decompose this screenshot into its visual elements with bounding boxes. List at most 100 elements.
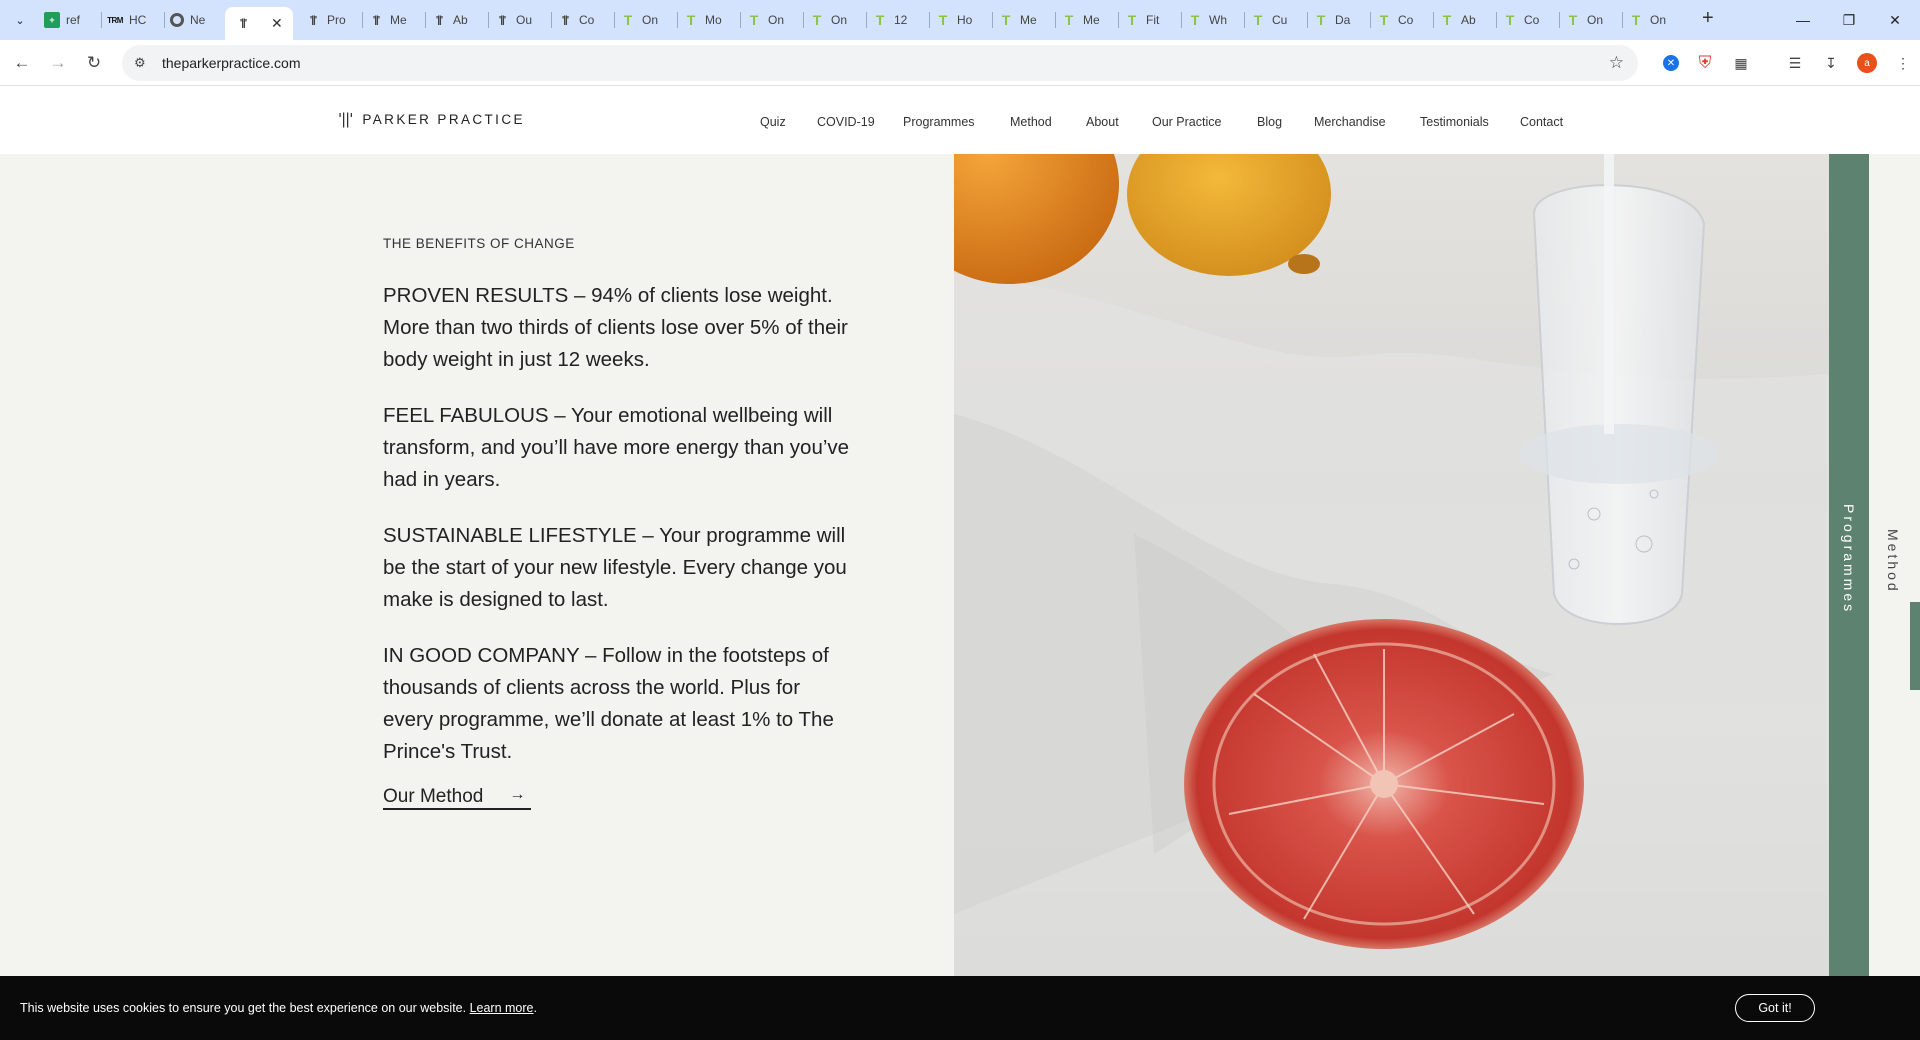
tab-separator — [677, 12, 678, 28]
browser-tab[interactable]: T Da — [1313, 7, 1351, 33]
browser-tab[interactable]: T 12 — [872, 7, 908, 33]
browser-tab[interactable]: T Fit — [1124, 7, 1160, 33]
benefit-sustainable-lifestyle: SUSTAINABLE LIFESTYLE – Your programme w… — [383, 524, 847, 611]
extensions-puzzle-icon[interactable]: ▦ — [1730, 52, 1752, 74]
browser-menu-icon[interactable]: ⋮ — [1892, 52, 1914, 74]
restore-icon[interactable]: ❐ — [1826, 6, 1872, 34]
site-header: '||' PARKER PRACTICE Quiz COVID-19 Progr… — [0, 86, 1920, 154]
close-tab-icon[interactable]: ✕ — [271, 15, 283, 32]
nav-item-contact[interactable]: Contact — [1520, 115, 1563, 129]
browser-tab[interactable]: '||' Me — [368, 7, 407, 33]
browser-tab[interactable]: T On — [746, 7, 784, 33]
nav-item-testimonials[interactable]: Testimonials — [1420, 115, 1489, 129]
shield-extension-icon[interactable]: ⛨ — [1694, 52, 1716, 74]
browser-tab[interactable]: T Ab — [1439, 7, 1476, 33]
url-text[interactable]: theparkerpractice.com — [162, 55, 301, 71]
side-tab-method[interactable]: Method — [1869, 154, 1920, 976]
browser-tab[interactable]: T Me — [998, 7, 1037, 33]
reload-icon[interactable]: ↻ — [82, 51, 106, 75]
browser-tab-label: On — [768, 13, 785, 27]
browser-tab[interactable]: T Wh — [1187, 7, 1227, 33]
browser-tab-label: On — [642, 13, 659, 27]
parker-icon: '||' — [498, 14, 506, 26]
sheets-icon: + — [44, 12, 60, 28]
fruit-water-illustration — [954, 154, 1829, 976]
tab-separator — [1496, 12, 1497, 28]
browser-tab[interactable]: T Co — [1502, 7, 1540, 33]
side-tab-method-label: Method — [1885, 529, 1901, 594]
download-icon[interactable]: ↧ — [1820, 52, 1842, 74]
browser-tab-label: HC — [129, 13, 147, 27]
nav-item-our-practice[interactable]: Our Practice — [1152, 115, 1221, 129]
browser-tab[interactable]: '||' ✕ — [225, 7, 293, 40]
browser-tab[interactable]: T On — [809, 7, 847, 33]
parker-icon: '||' — [561, 14, 569, 26]
extension-blue-icon[interactable]: ✕ — [1660, 52, 1682, 74]
tree-icon: T — [623, 12, 633, 28]
tab-search-icon[interactable]: ⌄ — [8, 8, 32, 32]
cookie-accept-button[interactable]: Got it! — [1735, 994, 1815, 1022]
our-method-link[interactable]: Our Method → — [383, 786, 531, 810]
browser-tab[interactable]: TRM HC — [107, 7, 146, 33]
tree-icon: T — [812, 12, 822, 28]
tree-icon: T — [1253, 12, 1263, 28]
browser-tab-label: Co — [1524, 13, 1540, 27]
nav-item-method[interactable]: Method — [1010, 115, 1052, 129]
nav-item-about[interactable]: About — [1086, 115, 1119, 129]
media-control-icon[interactable]: ☰ — [1784, 52, 1806, 74]
cookie-learn-more-link[interactable]: Learn more — [470, 1001, 534, 1015]
benefit-good-company: IN GOOD COMPANY – Follow in the footstep… — [383, 644, 834, 763]
address-bar[interactable]: ⚙ theparkerpractice.com ☆ — [122, 45, 1638, 81]
tree-icon: T — [1631, 12, 1641, 28]
parker-icon: '||' — [372, 14, 380, 26]
browser-tab[interactable]: '||' Pro — [305, 7, 346, 33]
nav-item-quiz[interactable]: Quiz — [760, 115, 786, 129]
arrow-right-icon: → — [509, 786, 526, 803]
browser-tab[interactable]: T Me — [1061, 7, 1100, 33]
browser-tab-label: Wh — [1209, 13, 1227, 27]
browser-tab[interactable]: T Cu — [1250, 7, 1288, 33]
tree-icon: T — [1316, 12, 1326, 28]
page-scrollbar-thumb[interactable] — [1910, 602, 1920, 690]
minimize-icon[interactable]: — — [1780, 6, 1826, 34]
new-tab-icon[interactable]: + — [1702, 7, 1714, 30]
browser-tab-label: Ne — [190, 13, 206, 27]
browser-tab[interactable]: T On — [1628, 7, 1666, 33]
browser-tab[interactable]: '||' Ou — [494, 7, 532, 33]
nav-item-merchandise[interactable]: Merchandise — [1314, 115, 1386, 129]
browser-tab-label: Mo — [705, 13, 722, 27]
tab-separator — [362, 12, 363, 28]
back-icon[interactable]: ← — [10, 51, 34, 75]
browser-tab-label: Pro — [327, 13, 346, 27]
tab-separator — [1622, 12, 1623, 28]
benefit-feel-fabulous: FEEL FABULOUS – Your emotional wellbeing… — [383, 404, 850, 491]
browser-tab[interactable]: Ne — [170, 7, 205, 33]
tree-icon: T — [1505, 12, 1515, 28]
site-info-icon[interactable]: ⚙ — [134, 55, 154, 71]
browser-tab-bar: ⌄ + ref TRM HC Ne '||' ✕ '||' Pro '||' Me '||' Ab '||… — [0, 0, 1920, 40]
browser-tab[interactable]: '||' Ab — [431, 7, 468, 33]
section-kicker: THE BENEFITS OF CHANGE — [383, 236, 575, 251]
browser-tab[interactable]: T On — [620, 7, 658, 33]
browser-tab[interactable]: + ref — [44, 7, 80, 33]
bookmark-star-icon[interactable]: ☆ — [1609, 53, 1624, 73]
nav-item-blog[interactable]: Blog — [1257, 115, 1282, 129]
benefit-proven-results: PROVEN RESULTS – 94% of clients lose wei… — [383, 284, 848, 371]
side-tab-programmes-label: Programmes — [1841, 504, 1857, 615]
browser-tab[interactable]: T Mo — [683, 7, 722, 33]
side-tab-programmes[interactable]: Programmes — [1829, 154, 1869, 976]
browser-tab-label: On — [831, 13, 848, 27]
forward-icon[interactable]: → — [46, 51, 70, 75]
nav-item-covid[interactable]: COVID-19 — [817, 115, 875, 129]
profile-avatar[interactable]: a — [1856, 52, 1878, 74]
browser-tab[interactable]: '||' Co — [557, 7, 595, 33]
tab-separator — [992, 12, 993, 28]
hero-photo — [954, 154, 1829, 976]
browser-tab[interactable]: T Co — [1376, 7, 1414, 33]
browser-tab[interactable]: T Ho — [935, 7, 973, 33]
tree-icon: T — [1064, 12, 1074, 28]
nav-item-programmes[interactable]: Programmes — [903, 115, 975, 129]
browser-tab[interactable]: T On — [1565, 7, 1603, 33]
tree-icon: T — [749, 12, 759, 28]
close-window-icon[interactable]: ✕ — [1872, 6, 1918, 34]
